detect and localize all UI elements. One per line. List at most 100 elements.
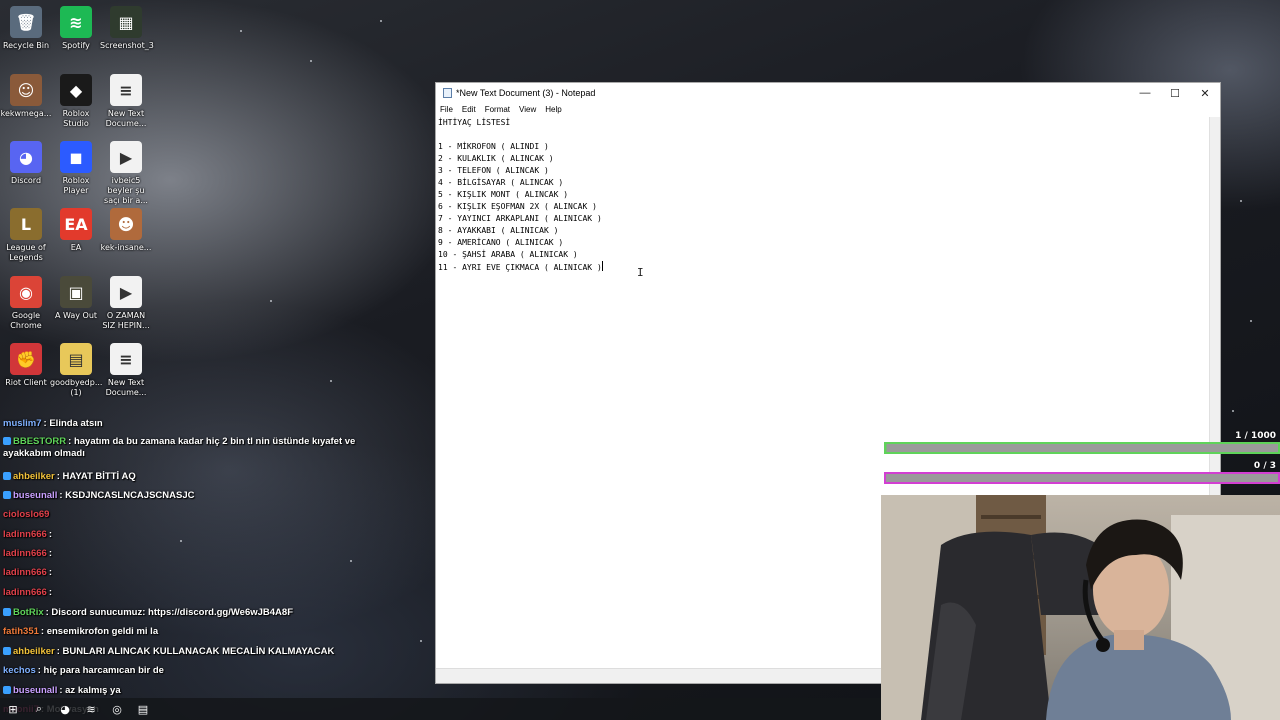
spotify-icon: ≋: [60, 6, 92, 38]
desktop-icon[interactable]: ≋ Spotify: [50, 6, 102, 51]
desktop-icon[interactable]: ▦ Screenshot_3: [100, 6, 154, 51]
text-caret: [601, 261, 603, 271]
video-file-icon: ▶: [110, 141, 142, 173]
desktop-icon-label: Screenshot_3: [100, 41, 154, 50]
desktop-icon-label: Roblox Player: [62, 176, 90, 195]
chat-message: ladinn666:: [3, 548, 383, 560]
desktop-icon[interactable]: ▶ O ZAMAN SIZ HEPIN...: [100, 276, 152, 331]
text-line: 2 - KULAKLIK ( ALINCAK ): [438, 154, 554, 163]
chat-username: ladinn666: [3, 548, 47, 559]
chat-username: ladinn666: [3, 587, 47, 598]
discord-icon: ◕: [10, 141, 42, 173]
desktop-icon[interactable]: 🗑 Recycle Bin: [0, 6, 52, 51]
chat-message: kechos: hiç para harcamıcan bir de: [3, 665, 383, 677]
search-icon[interactable]: ⌕: [26, 698, 52, 720]
chat-username: ahbeilker: [13, 646, 55, 657]
close-button[interactable]: ✕: [1190, 83, 1220, 103]
desktop-icon[interactable]: EA EA: [50, 208, 102, 253]
text-line: 4 - BİLGİSAYAR ( ALINCAK ): [438, 178, 564, 187]
desktop-icon-label: Google Chrome: [10, 311, 42, 330]
desktop-icon-label: goodbyedp... (1): [50, 378, 103, 397]
text-line: 11 - AYRI EVE ÇIKMACA ( ALINICAK ): [438, 261, 603, 272]
desktop-icon[interactable]: ◉ Google Chrome: [0, 276, 52, 331]
spotify-icon[interactable]: ≋: [78, 698, 104, 720]
chat-text: :: [48, 548, 52, 559]
chat-text: : Elinda atsın: [43, 418, 103, 429]
chat-text: :: [48, 567, 52, 578]
desktop-icon[interactable]: L League of Legends: [0, 208, 52, 263]
goal-progress-bar: [884, 442, 1280, 454]
start-icon[interactable]: ⊞: [0, 698, 26, 720]
recycle-bin-icon: 🗑: [10, 6, 42, 38]
menu-format[interactable]: Format: [485, 103, 510, 117]
text-file-icon: ≡: [110, 74, 142, 106]
chat-text: : HAYAT BİTTİ AQ: [56, 471, 136, 482]
desktop-icon-label: Roblox Studio: [62, 109, 90, 128]
notepad-title-bar[interactable]: *New Text Document (3) - Notepad — ☐ ✕: [436, 83, 1220, 103]
menu-file[interactable]: File: [440, 103, 453, 117]
chat-text: : BUNLARI ALINCAK KULLANACAK MECALİN KAL…: [56, 646, 335, 657]
desktop-icon-label: League of Legends: [6, 243, 46, 262]
desktop-icon[interactable]: ☺ kekwmega...: [0, 74, 52, 119]
goal-count: 1 / 1000: [1235, 431, 1276, 441]
text-line: İHTİYAÇ LİSTESİ: [438, 118, 511, 127]
menu-edit[interactable]: Edit: [462, 103, 476, 117]
chat-message: buseunall: KSDJNCASLNCAJSCNASJC: [3, 490, 383, 502]
desktop-icon[interactable]: ◆ Roblox Studio: [50, 74, 102, 129]
goal-progress-bar: [884, 472, 1280, 484]
text-line: 3 - TELEFON ( ALINCAK ): [438, 166, 549, 175]
text-line: 6 - KIŞLIK EŞOFMAN 2X ( ALINCAK ): [438, 202, 597, 211]
desktop-icon[interactable]: ≡ New Text Docume...: [100, 343, 152, 398]
text-line: [438, 129, 1210, 141]
desktop-icon[interactable]: ▶ ivbeic5 beyler şu saçı bir a...: [100, 141, 152, 206]
desktop-icon-label: Riot Client: [5, 378, 47, 387]
chat-text: : Discord sunucumuz: https://discord.gg/…: [45, 607, 294, 618]
obs-icon[interactable]: ◎: [104, 698, 130, 720]
desktop-icon[interactable]: ☻ kek-insane...: [100, 208, 152, 253]
menu-view[interactable]: View: [519, 103, 536, 117]
text-line: 7 - YAYINCI ARKAPLANI ( ALINICAK ): [438, 214, 602, 223]
chat-message: buseunall: az kalmış ya: [3, 685, 383, 697]
chat-username: cioloslo69: [3, 509, 50, 520]
window-title: *New Text Document (3) - Notepad: [456, 88, 596, 98]
menu-help[interactable]: Help: [545, 103, 561, 117]
goal-label: ABONE HEDEFİ: [884, 462, 951, 471]
chat-message: muslim7: Elinda atsın: [3, 418, 383, 430]
chat-badge-icon: [3, 686, 11, 694]
chat-username: ladinn666: [3, 567, 47, 578]
a-way-out-icon: ▣: [60, 276, 92, 308]
chat-text: : az kalmış ya: [59, 685, 121, 696]
discord-icon[interactable]: ◕: [52, 698, 78, 720]
league-of-legends-icon: L: [10, 208, 42, 240]
chat-text: : ensemikrofon geldi mi la: [40, 626, 159, 637]
chat-badge-icon: [3, 608, 11, 616]
chat-message: fatih351: ensemikrofon geldi mi la: [3, 626, 383, 638]
chat-username: ladinn666: [3, 529, 47, 540]
notepad-icon[interactable]: ▤: [130, 698, 156, 720]
chat-text: : hiç para harcamıcan bir de: [37, 665, 164, 676]
chat-text: :: [48, 587, 52, 598]
goal-count: 0 / 3: [1253, 461, 1276, 471]
chat-username: BotRix: [13, 607, 44, 618]
desktop-icon-label: New Text Docume...: [105, 378, 147, 397]
maximize-button[interactable]: ☐: [1160, 83, 1190, 103]
chat-message: ahbeilker: BUNLARI ALINCAK KULLANACAK ME…: [3, 646, 383, 658]
desktop-icon[interactable]: ▤ goodbyedp... (1): [50, 343, 102, 398]
desktop-icon-label: Discord: [10, 176, 42, 185]
text-line: 8 - AYAKKABI ( ALINICAK ): [438, 226, 559, 235]
chat-username: muslim7: [3, 418, 42, 429]
chat-username: buseunall: [13, 490, 58, 501]
text-line: 10 - ŞAHSİ ARABA ( ALINICAK ): [438, 250, 578, 259]
minimize-button[interactable]: —: [1130, 83, 1160, 103]
roblox-player-icon: ◼: [60, 141, 92, 173]
webcam-feed: [881, 495, 1280, 720]
desktop-icon[interactable]: ◕ Discord: [0, 141, 52, 186]
taskbar: ⊞ ⌕ ◕ ≋ ◎ ▤: [0, 698, 881, 720]
text-cursor-icon: I: [637, 266, 644, 279]
desktop-icon[interactable]: ≡ New Text Docume...: [100, 74, 152, 129]
desktop-icon[interactable]: ◼ Roblox Player: [50, 141, 102, 196]
desktop-icon[interactable]: ▣ A Way Out: [50, 276, 102, 321]
desktop-icon-label: Recycle Bin: [2, 41, 50, 50]
desktop-icon[interactable]: ✊ Riot Client: [0, 343, 52, 388]
desktop-icon-label: ivbeic5 beyler şu saçı bir a...: [104, 176, 148, 205]
